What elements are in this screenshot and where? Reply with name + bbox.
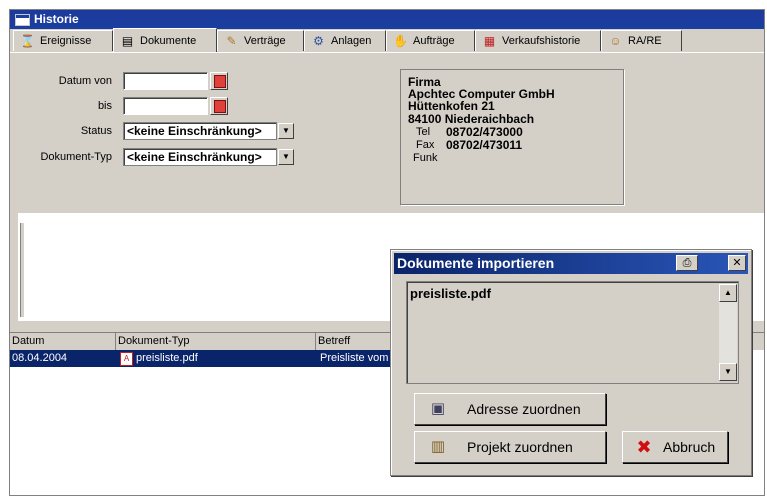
dialog-title-bar: Dokumente importieren ⎙ ✕ <box>394 253 748 274</box>
gear-icon: ⚙ <box>313 34 324 48</box>
cell-datum: 08.04.2004 <box>12 352 68 364</box>
title-bar: Historie <box>10 10 764 29</box>
pdf-icon: A <box>120 351 133 366</box>
window-icon <box>15 14 30 26</box>
fax-value: 08702/473011 <box>446 138 523 152</box>
tab-auftraege[interactable]: ✋ Aufträge <box>386 30 475 51</box>
adresse-zuordnen-button[interactable]: ▣ Adresse zuordnen <box>414 393 606 425</box>
datum-von-label: Datum von <box>58 75 112 87</box>
status-label: Status <box>80 125 112 137</box>
tab-ereignisse[interactable]: ⌛ Ereignisse <box>13 30 113 51</box>
dokument-typ-dropdown-button[interactable]: ▼ <box>278 149 294 165</box>
tab-label: Verkaufshistorie <box>502 35 581 47</box>
projekt-zuordnen-button[interactable]: ▥ Projekt zuordnen <box>414 431 606 463</box>
tab-anlagen[interactable]: ⚙ Anlagen <box>304 30 386 51</box>
bis-input[interactable] <box>123 97 208 115</box>
tab-verkaufshistorie[interactable]: ▦ Verkaufshistorie <box>475 30 601 51</box>
contract-icon: ✎ <box>226 34 237 48</box>
tab-label: Aufträge <box>413 35 455 47</box>
tab-label: Ereignisse <box>40 35 92 47</box>
hourglass-icon: ⌛ <box>20 34 35 48</box>
file-name: preisliste.pdf <box>136 352 198 364</box>
tab-vertraege[interactable]: ✎ Verträge <box>217 30 304 51</box>
tab-label: Dokumente <box>140 34 197 47</box>
dokument-typ-select[interactable]: <keine Einschränkung> <box>123 148 277 166</box>
column-header-dokument-typ[interactable]: Dokument-Typ <box>116 333 316 350</box>
cancel-x-icon: ✖ <box>636 437 652 457</box>
document-icon: ▤ <box>121 33 134 48</box>
tab-bar: ⌛ Ereignisse ▤ Dokumente ✎ Verträge ⚙ An… <box>10 28 764 53</box>
scroll-down-button[interactable]: ▼ <box>719 363 737 381</box>
firma-box: Firma Apchtec Computer GmbH Hüttenkofen … <box>400 69 624 205</box>
tab-label: RA/RE <box>628 35 662 47</box>
invoice-icon: ☺ <box>609 34 622 48</box>
address-card-icon: ▣ <box>430 400 446 417</box>
tab-label: Verträge <box>244 35 286 47</box>
bis-label: bis <box>97 100 112 112</box>
calendar-icon <box>214 75 226 88</box>
project-icon: ▥ <box>430 438 446 455</box>
close-icon: ✕ <box>732 257 742 269</box>
button-label: Abbruch <box>663 439 716 455</box>
calendar-icon <box>214 100 226 113</box>
button-label: Adresse zuordnen <box>467 401 581 417</box>
tab-ra-re[interactable]: ☺ RA/RE <box>601 30 682 51</box>
file-list[interactable]: preisliste.pdf ▲ ▼ <box>406 281 739 384</box>
cell-betreff: Preisliste vom <box>320 352 389 364</box>
status-dropdown-button[interactable]: ▼ <box>278 123 294 139</box>
tab-dokumente[interactable]: ▤ Dokumente <box>113 28 217 52</box>
button-label: Projekt zuordnen <box>467 439 573 455</box>
dokumente-importieren-dialog: Dokumente importieren ⎙ ✕ preisliste.pdf… <box>390 249 752 476</box>
history-icon: ▦ <box>483 34 496 48</box>
print-button[interactable]: ⎙ <box>676 255 698 271</box>
datum-von-calendar-button[interactable] <box>210 72 228 90</box>
vertical-scrollbar[interactable]: ▲ ▼ <box>719 284 737 381</box>
tel-label: Tel <box>416 126 431 138</box>
datum-von-input[interactable] <box>123 72 208 90</box>
table-row[interactable]: 08.04.2004 A preisliste.pdf Preisliste v… <box>10 350 390 367</box>
funk-label: Funk <box>413 152 438 164</box>
printer-icon: ⎙ <box>682 257 692 269</box>
window-title: Historie <box>34 12 79 26</box>
bis-calendar-button[interactable] <box>210 97 228 115</box>
tab-label: Anlagen <box>331 35 372 47</box>
cell-dokument-typ: A preisliste.pdf <box>118 350 198 367</box>
order-icon: ✋ <box>393 34 408 48</box>
dokument-typ-label: Dokument-Typ <box>40 151 112 163</box>
fax-label: Fax <box>416 139 435 151</box>
abbruch-button[interactable]: ✖ Abbruch <box>622 431 728 463</box>
dialog-close-button[interactable]: ✕ <box>728 255 746 271</box>
status-select[interactable]: <keine Einschränkung> <box>123 122 277 140</box>
list-item[interactable]: preisliste.pdf <box>410 286 491 301</box>
scroll-up-button[interactable]: ▲ <box>719 284 737 302</box>
column-header-datum[interactable]: Datum <box>10 333 116 350</box>
splitter-handle[interactable] <box>20 223 25 317</box>
dialog-title: Dokumente importieren <box>397 255 555 271</box>
